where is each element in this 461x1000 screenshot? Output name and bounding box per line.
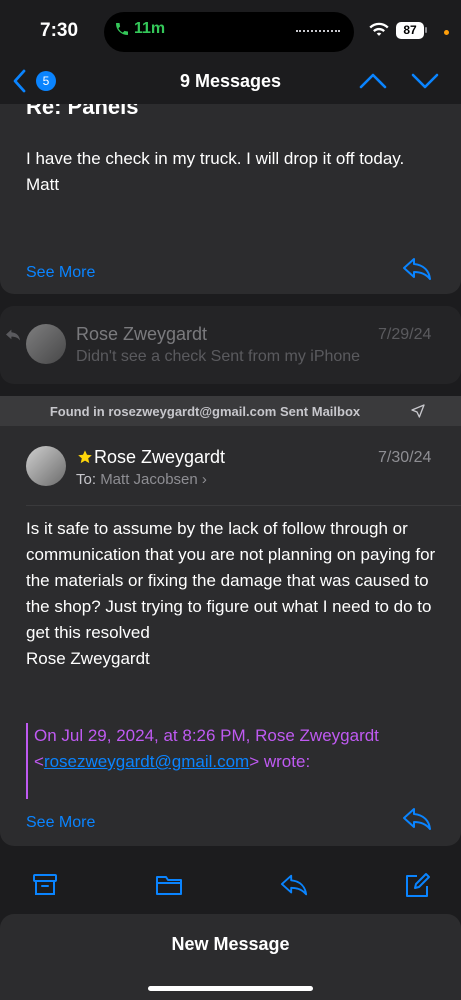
chevron-right-icon: › [201,471,207,488]
audio-waveform [296,30,340,34]
battery-nub [425,27,427,33]
call-indicator[interactable]: 11m [114,20,165,38]
home-indicator[interactable] [148,986,313,991]
message-body: Is it safe to assume by the lack of foll… [26,519,436,668]
reply-icon[interactable] [280,872,308,898]
email-link[interactable]: rosezweygardt@gmail.com [44,752,249,771]
reply-icon[interactable] [402,256,432,282]
archive-icon[interactable] [32,872,58,898]
wifi-icon [369,22,389,36]
quote-open: < [34,752,44,771]
message-date: 7/29/24 [378,326,432,343]
to-label: To: [76,471,97,488]
sender-name[interactable]: Rose Zweygardt [94,447,225,468]
chevron-down-icon[interactable] [410,70,440,92]
header-divider [26,505,461,506]
sender-name: Rose Zweygardt [76,324,208,344]
compose-icon[interactable] [404,872,432,898]
reply-icon [6,329,20,341]
see-more-link[interactable]: See More [26,264,95,282]
reply-icon[interactable] [402,806,432,832]
quote-line: On Jul 29, 2024, at 8:26 PM, Rose Zweyga… [34,726,379,745]
message-body: I have the check in my truck. I will dro… [26,149,405,194]
recipient-line[interactable]: To: Matt Jacobsen › [76,471,207,488]
new-message-button[interactable]: New Message [0,934,461,955]
send-arrow-icon [411,404,425,418]
message-date: 7/30/24 [378,449,432,466]
folder-icon[interactable] [155,872,183,898]
privacy-indicator [444,30,449,35]
avatar [26,324,66,364]
recipient-name[interactable]: Matt Jacobsen [100,471,198,488]
message-preview: Didn't see a check Sent from my iPhone [76,348,361,365]
call-duration: 11m [134,20,166,37]
avatar [26,446,66,486]
see-more-link[interactable]: See More [26,814,95,832]
quoted-header: On Jul 29, 2024, at 8:26 PM, Rose Zweyga… [34,723,444,775]
phone-icon [116,23,128,35]
message-card-2[interactable]: Rose Zweygardt 7/29/24 Didn't see a chec… [0,306,461,384]
status-time: 7:30 [40,20,79,41]
quote-bar [26,723,28,799]
found-in-text: Found in rosezweygardt@gmail.com Sent Ma… [49,404,361,419]
battery-indicator: 87 [396,22,424,39]
quote-close: > wrote: [249,752,311,771]
chevron-up-icon[interactable] [358,70,388,92]
star-icon [78,450,92,464]
page-title: 9 Messages [179,71,282,91]
bottom-toolbar [0,856,461,914]
message-subject: Re: Panels [26,94,139,119]
